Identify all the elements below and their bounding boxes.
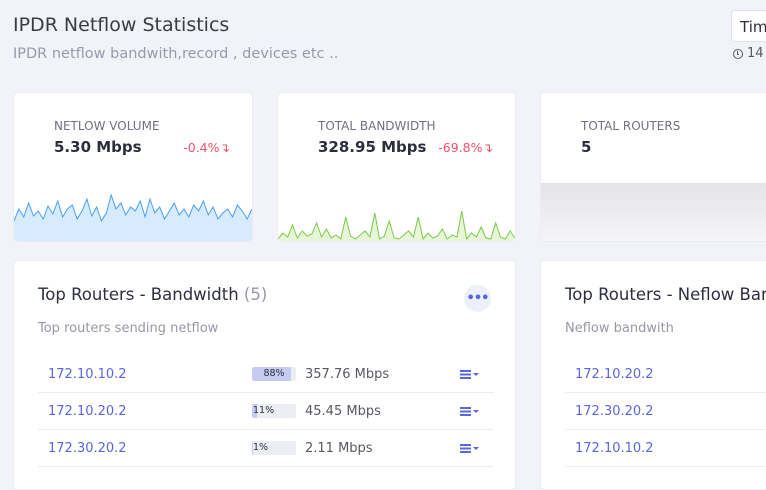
sparkline-area bbox=[14, 195, 252, 241]
panel-top-routers-bandwidth: Top Routers - Bandwidth (5) Top routers … bbox=[13, 260, 516, 490]
menu-icon bbox=[460, 370, 471, 379]
sparkline-placeholder bbox=[541, 183, 766, 242]
stat-card-total-routers: TOTAL ROUTERS 5 bbox=[540, 92, 766, 242]
stat-value: 5.30 Mbps bbox=[54, 138, 142, 156]
row-actions-button[interactable] bbox=[460, 370, 494, 379]
bar-percent-label: 88% bbox=[252, 367, 296, 381]
panel-title: Top Routers - Neflow Ban bbox=[565, 285, 766, 304]
bandwidth-percent-bar: 88% bbox=[252, 367, 296, 381]
stat-label: TOTAL BANDWIDTH bbox=[318, 119, 436, 133]
sparkline-area bbox=[278, 211, 515, 241]
stat-delta: -69.8%↴ bbox=[438, 140, 493, 155]
sparkline-total-bandwidth bbox=[278, 181, 515, 241]
table-row: 172.10.10.2 bbox=[565, 430, 766, 467]
stat-label: TOTAL ROUTERS bbox=[581, 119, 680, 133]
panel-count: (5) bbox=[244, 285, 267, 304]
bandwidth-value: 357.76 Mbps bbox=[305, 356, 460, 393]
stat-value: 328.95 Mbps bbox=[318, 138, 426, 156]
panel-title: Top Routers - Bandwidth (5) bbox=[38, 285, 267, 304]
more-options-button[interactable]: ••• bbox=[464, 285, 491, 312]
last-updated-time: 14 bbox=[747, 46, 764, 61]
stat-delta: -0.4%↴ bbox=[183, 140, 230, 155]
clock-icon bbox=[733, 49, 743, 59]
stat-label: NETLOW VOLUME bbox=[54, 119, 160, 133]
router-ip-link[interactable]: 172.10.10.2 bbox=[38, 356, 252, 393]
router-ip-link[interactable]: 172.10.20.2 bbox=[565, 356, 766, 393]
sparkline-netflow-volume bbox=[14, 181, 252, 241]
row-actions-button[interactable] bbox=[460, 444, 494, 453]
panel-title-text: Top Routers - Bandwidth bbox=[38, 285, 239, 304]
last-updated: 14 bbox=[733, 46, 764, 61]
bar-percent-label: 1% bbox=[252, 441, 296, 455]
page-subtitle: IPDR netflow bandwith,record , devices e… bbox=[13, 46, 338, 62]
panel-subtitle: Top routers sending netflow bbox=[38, 321, 218, 336]
router-ip-link[interactable]: 172.10.20.2 bbox=[38, 393, 252, 430]
bandwidth-percent-bar: 11% bbox=[252, 404, 296, 418]
caret-down-icon bbox=[473, 410, 479, 413]
bandwidth-value: 45.45 Mbps bbox=[305, 393, 460, 430]
router-ip-link[interactable]: 172.30.20.2 bbox=[565, 393, 766, 430]
router-ip-link[interactable]: 172.10.10.2 bbox=[565, 430, 766, 467]
time-range-button[interactable]: Tim bbox=[731, 10, 766, 42]
table-row: 172.10.20.2 11% 45.45 Mbps bbox=[38, 393, 494, 430]
page-title: IPDR Netflow Statistics bbox=[13, 14, 229, 36]
stat-value: 5 bbox=[581, 138, 591, 156]
menu-icon bbox=[460, 444, 471, 453]
bar-percent-label: 11% bbox=[252, 404, 296, 418]
table-row: 172.10.10.2 88% 357.76 Mbps bbox=[38, 356, 494, 393]
more-icon: ••• bbox=[467, 291, 489, 306]
routers-table: 172.10.10.2 88% 357.76 Mbps 172.10.20.2 … bbox=[38, 356, 494, 467]
menu-icon bbox=[460, 407, 471, 416]
row-actions-button[interactable] bbox=[460, 407, 494, 416]
caret-down-icon bbox=[473, 447, 479, 450]
panel-subtitle: Neflow bandwith bbox=[565, 321, 674, 336]
stat-card-netflow-volume: NETLOW VOLUME 5.30 Mbps -0.4%↴ bbox=[13, 92, 253, 242]
bandwidth-percent-bar: 1% bbox=[252, 441, 296, 455]
table-row: 172.30.20.2 bbox=[565, 393, 766, 430]
caret-down-icon bbox=[473, 373, 479, 376]
table-row: 172.30.20.2 1% 2.11 Mbps bbox=[38, 430, 494, 467]
routers-table: 172.10.20.2 172.30.20.2 172.10.10.2 bbox=[565, 356, 766, 467]
table-row: 172.10.20.2 bbox=[565, 356, 766, 393]
panel-top-routers-netflow: Top Routers - Neflow Ban Neflow bandwith… bbox=[540, 260, 766, 490]
bandwidth-value: 2.11 Mbps bbox=[305, 430, 460, 467]
router-ip-link[interactable]: 172.30.20.2 bbox=[38, 430, 252, 467]
stat-card-total-bandwidth: TOTAL BANDWIDTH 328.95 Mbps -69.8%↴ bbox=[277, 92, 516, 242]
